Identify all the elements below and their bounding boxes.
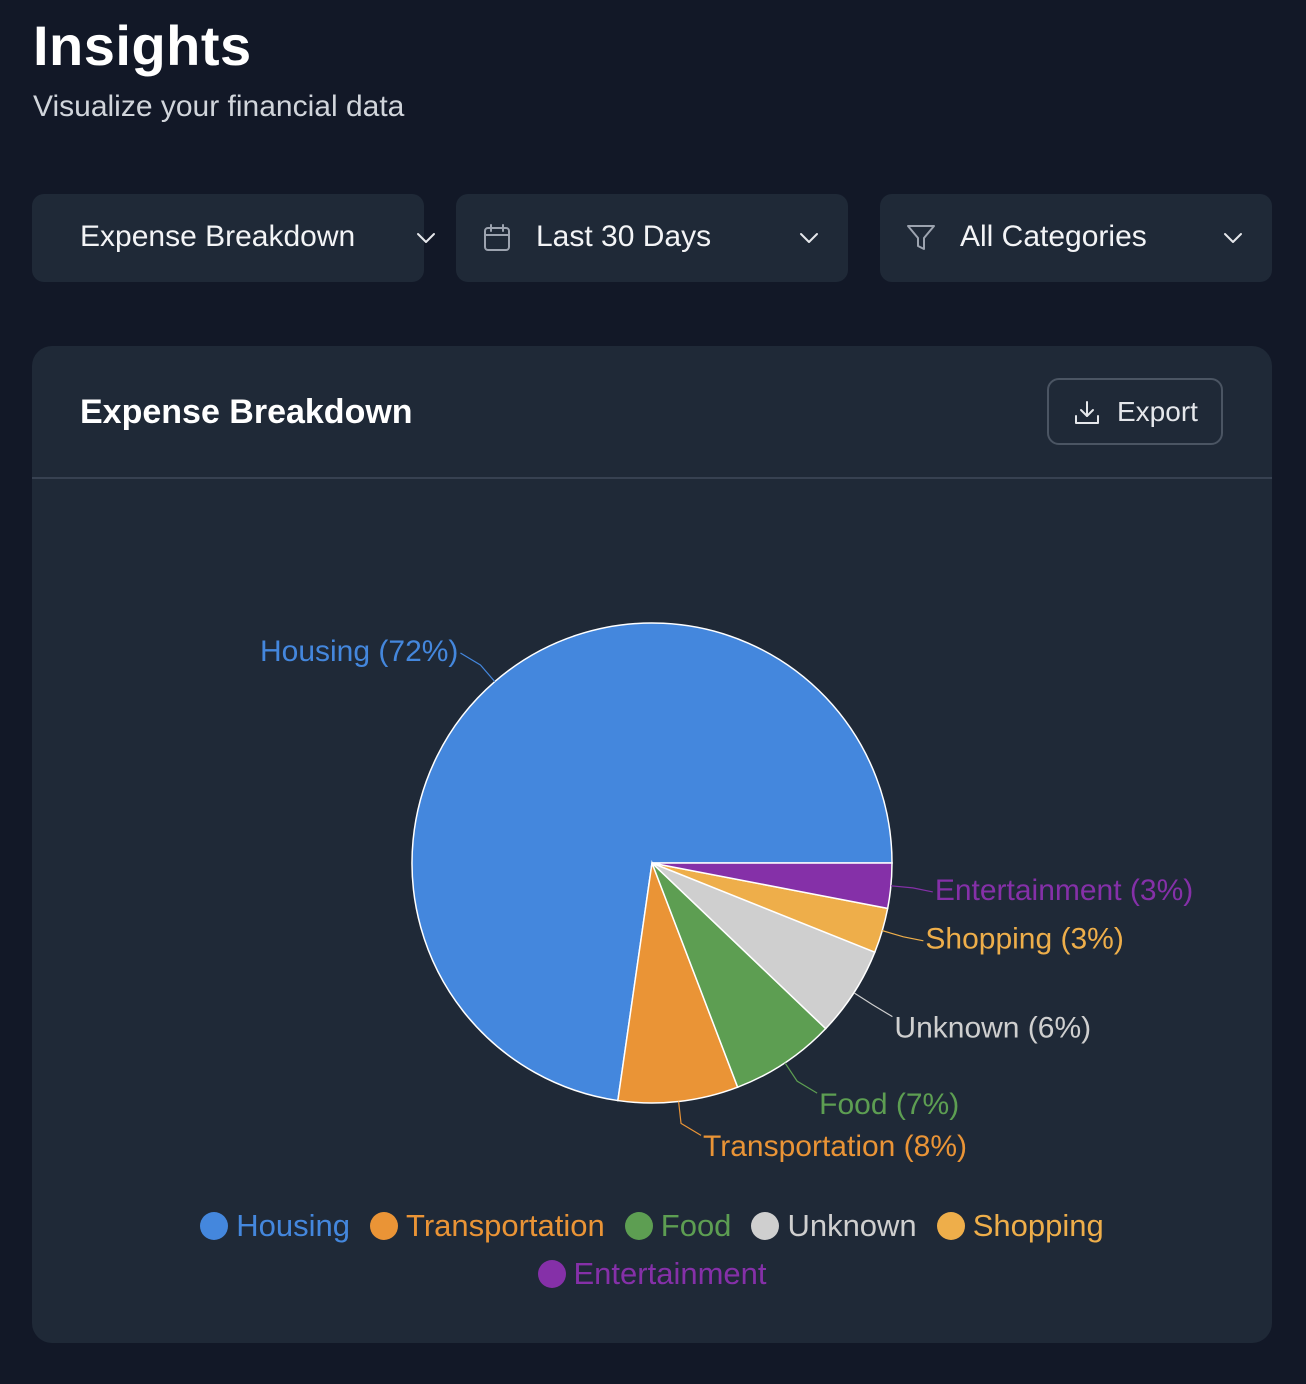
legend-dot-transportation: [370, 1212, 399, 1240]
legend-item-entertainment[interactable]: Entertainment: [537, 1256, 767, 1292]
legend-dot-food: [624, 1212, 653, 1240]
report-type-label: Expense Breakdown: [80, 220, 356, 253]
slice-label-unknown: Unknown (6%): [894, 1011, 1091, 1044]
slice-label-shopping: Shopping (3%): [925, 923, 1123, 956]
legend-label-food: Food: [660, 1208, 732, 1243]
chevron-down-icon: [417, 233, 435, 243]
leader-line-shopping: [882, 930, 924, 942]
legend-item-housing[interactable]: Housing: [200, 1208, 350, 1244]
page-title: Insights: [33, 14, 252, 77]
legend-dot-unknown: [751, 1212, 780, 1240]
leader-line-unknown: [853, 992, 893, 1018]
date-range-dropdown[interactable]: Last 30 Days: [456, 194, 848, 282]
legend-label-entertainment: Entertainment: [573, 1256, 767, 1291]
legend-dot-housing: [200, 1212, 229, 1240]
filter-icon: [907, 225, 935, 250]
date-range-label: Last 30 Days: [536, 220, 712, 253]
slice-label-entertainment: Entertainment (3%): [935, 874, 1193, 907]
legend-item-unknown[interactable]: Unknown: [751, 1208, 917, 1244]
leader-line-transportation: [678, 1101, 702, 1136]
chart-legend: Housing Transportation Food Unknown Shopping…: [32, 1208, 1272, 1292]
leader-line-housing: [460, 652, 496, 683]
expense-pie-chart: Housing (72%) Transportation (8%) Food (7%…: [260, 622, 1193, 1163]
slice-label-food: Food (7%): [819, 1088, 959, 1121]
chevron-down-icon: [1224, 233, 1242, 243]
category-filter-dropdown[interactable]: All Categories: [880, 194, 1272, 282]
legend-item-transportation[interactable]: Transportation: [370, 1208, 605, 1244]
chart-card: Expense Breakdown Export Housing (72%) Tr…: [32, 346, 1272, 1343]
legend-label-transportation: Transportation: [406, 1208, 605, 1243]
legend-label-unknown: Unknown: [787, 1208, 917, 1243]
page-subtitle: Visualize your financial data: [33, 90, 405, 123]
calendar-icon: [484, 224, 510, 251]
legend-label-housing: Housing: [236, 1208, 351, 1243]
category-filter-label: All Categories: [960, 220, 1147, 253]
legend-item-food[interactable]: Food: [624, 1208, 732, 1244]
legend-dot-shopping: [936, 1212, 965, 1240]
legend-dot-entertainment: [537, 1260, 566, 1288]
chevron-down-icon: [800, 233, 818, 243]
leader-line-food: [784, 1062, 818, 1094]
legend-label-shopping: Shopping: [972, 1208, 1104, 1243]
slice-label-transportation: Transportation (8%): [703, 1130, 967, 1163]
legend-item-shopping[interactable]: Shopping: [936, 1208, 1104, 1244]
report-type-dropdown[interactable]: Expense Breakdown: [32, 194, 435, 282]
leader-line-entertainment: [890, 885, 933, 893]
slice-label-housing: Housing (72%): [260, 635, 458, 668]
